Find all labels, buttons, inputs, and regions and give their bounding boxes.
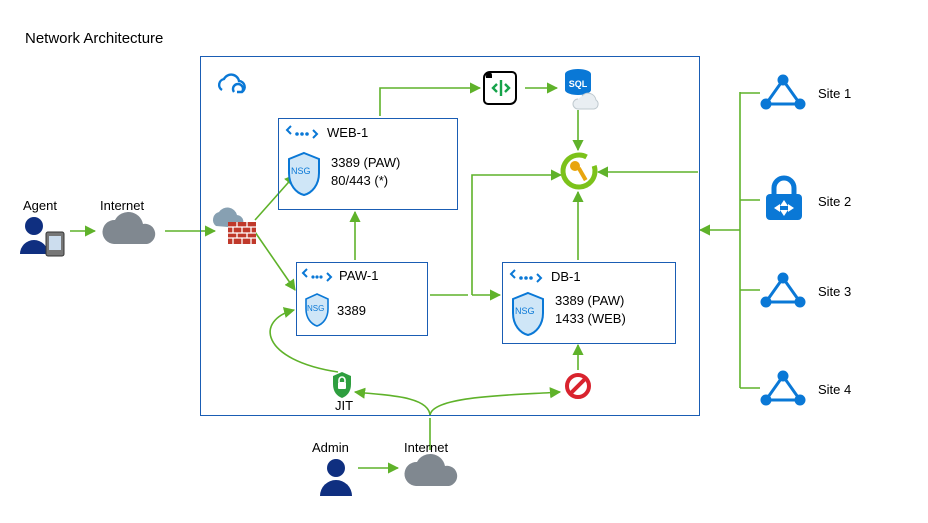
site1-label: Site 1 (818, 86, 851, 101)
internet-left-label: Internet (100, 198, 144, 213)
site-node-icon (762, 76, 804, 110)
paw1-title: PAW-1 (339, 268, 379, 283)
paw1-nsg-badge: NSG (307, 304, 324, 313)
diagram-title: Network Architecture (25, 30, 163, 49)
sql-icon: SQL (558, 66, 602, 110)
db1-rule2: 1433 (WEB) (555, 311, 626, 326)
site4-label: Site 4 (818, 382, 851, 397)
admin-user-icon (316, 456, 356, 496)
site-node-icon (762, 372, 804, 406)
agent-label: Agent (23, 198, 57, 213)
db1-rule1: 3389 (PAW) (555, 293, 624, 308)
admin-label: Admin (312, 440, 349, 455)
key-icon (560, 152, 598, 190)
vnet-boundary (200, 56, 700, 416)
site3-label: Site 3 (818, 284, 851, 299)
jit-label: JIT (335, 398, 353, 413)
web1-nsg-badge: NSG (291, 166, 311, 176)
vpn-gateway-icon (760, 176, 808, 224)
paw1-rule1: 3389 (337, 303, 366, 318)
lb-icon (303, 269, 331, 285)
site2-label: Site 2 (818, 194, 851, 209)
firewall-icon (208, 208, 260, 248)
deny-icon (564, 372, 592, 400)
db1-box: DB-1 NSG 3389 (PAW) 1433 (WEB) (502, 262, 676, 344)
web1-rule1: 3389 (PAW) (331, 155, 400, 170)
jit-lock-icon (330, 370, 354, 398)
web1-title: WEB-1 (327, 125, 368, 140)
site-node-icon (762, 274, 804, 308)
internet-cloud-icon (96, 212, 162, 252)
script-icon (484, 68, 522, 106)
web1-rule2: 80/443 (*) (331, 173, 388, 188)
internet-bottom-label: Internet (404, 440, 448, 455)
azure-cloud-icon (212, 72, 248, 98)
lb-icon (511, 269, 541, 287)
db1-title: DB-1 (551, 269, 581, 284)
paw1-box: PAW-1 NSG 3389 (296, 262, 428, 336)
internet-cloud-icon (398, 454, 464, 494)
svg-text:SQL: SQL (569, 79, 588, 89)
db1-nsg-badge: NSG (515, 306, 535, 316)
web1-box: WEB-1 NSG 3389 (PAW) 80/443 (*) (278, 118, 458, 210)
lb-icon (287, 125, 317, 143)
agent-user-icon (18, 214, 66, 258)
